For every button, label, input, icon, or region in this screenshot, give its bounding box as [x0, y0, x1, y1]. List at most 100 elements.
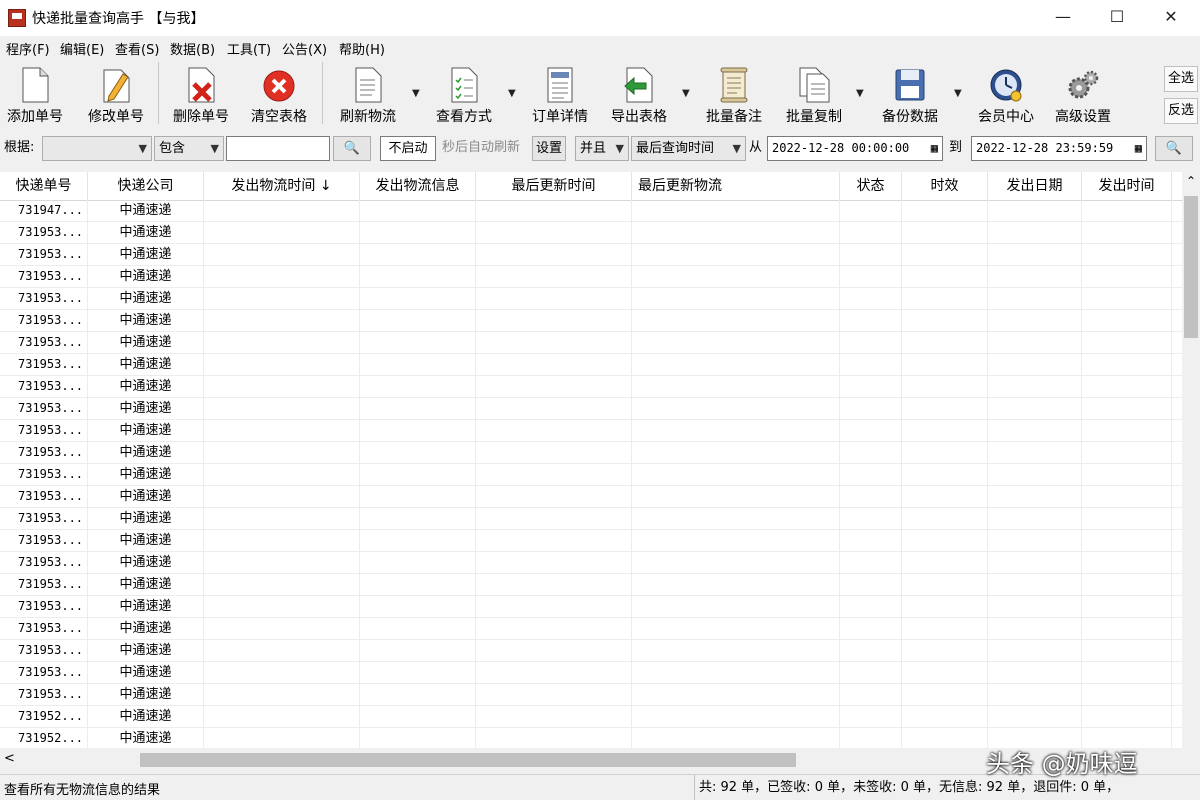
cell-empty	[204, 508, 360, 530]
menu-view[interactable]: 查看(S)	[115, 39, 159, 58]
backup-data-button[interactable]: 备份数据	[876, 62, 944, 125]
menu-program[interactable]: 程序(F)	[6, 39, 50, 58]
cell-empty	[476, 574, 632, 596]
table-row[interactable]: 731953... 中通速递	[0, 398, 1182, 420]
field-select[interactable]: ▼	[42, 136, 152, 161]
menu-help[interactable]: 帮助(H)	[339, 39, 385, 58]
view-mode-dropdown-arrow[interactable]: ▼	[508, 88, 516, 99]
auto-refresh-interval[interactable]: 不启动	[380, 136, 436, 161]
batch-copy-button[interactable]: 批量复制	[780, 62, 848, 125]
to-date-picker[interactable]: 2022-12-28 23:59:59 ▦	[971, 136, 1147, 161]
edit-tracking-button[interactable]: 修改单号	[82, 62, 150, 125]
column-header-ship-info[interactable]: 发出物流信息	[360, 172, 476, 200]
column-header-company[interactable]: 快递公司	[88, 172, 204, 200]
table-row[interactable]: 731953... 中通速递	[0, 376, 1182, 398]
cell-tracking-no: 731953...	[0, 662, 88, 684]
table-row[interactable]: 731952... 中通速递	[0, 706, 1182, 728]
clear-table-button[interactable]: 清空表格	[246, 62, 312, 125]
export-table-button[interactable]: 导出表格	[606, 62, 672, 125]
table-row[interactable]: 731953... 中通速递	[0, 662, 1182, 684]
order-detail-button[interactable]: 订单详情	[526, 62, 594, 125]
table-row[interactable]: 731953... 中通速递	[0, 640, 1182, 662]
batch-copy-label: 批量复制	[786, 109, 842, 125]
cell-empty	[902, 640, 988, 662]
column-header-status[interactable]: 状态	[840, 172, 902, 200]
delete-tracking-button[interactable]: 删除单号	[168, 62, 234, 125]
menu-notice[interactable]: 公告(X)	[282, 39, 327, 58]
view-mode-button[interactable]: 查看方式	[430, 62, 498, 125]
cell-empty	[476, 464, 632, 486]
cell-empty	[632, 486, 840, 508]
keyword-input[interactable]	[226, 136, 330, 161]
table-row[interactable]: 731953... 中通速递	[0, 266, 1182, 288]
column-header-aging[interactable]: 时效	[902, 172, 988, 200]
match-select[interactable]: 包含 ▼	[154, 136, 224, 161]
column-header-last-update-info[interactable]: 最后更新物流	[632, 172, 840, 200]
cell-empty	[204, 728, 360, 748]
cell-empty	[476, 332, 632, 354]
table-row[interactable]: 731953... 中通速递	[0, 310, 1182, 332]
column-header-tracking-no[interactable]: 快递单号	[0, 172, 88, 200]
table-row[interactable]: 731953... 中通速递	[0, 574, 1182, 596]
close-button[interactable]: ✕	[1144, 0, 1198, 36]
column-header-ship-clock[interactable]: 发出时间	[1082, 172, 1172, 200]
table-row[interactable]: 731953... 中通速递	[0, 222, 1182, 244]
cell-company: 中通速递	[88, 662, 204, 684]
chevron-down-icon: ▼	[138, 142, 147, 155]
cell-company: 中通速递	[88, 310, 204, 332]
cell-empty	[632, 508, 840, 530]
table-row[interactable]: 731953... 中通速递	[0, 684, 1182, 706]
date-search-button[interactable]: 🔍	[1155, 136, 1193, 161]
cell-empty	[1082, 310, 1172, 332]
search-button[interactable]: 🔍	[333, 136, 371, 161]
menu-bar: 程序(F) 编辑(E) 查看(S) 数据(B) 工具(T) 公告(X) 帮助(H…	[0, 36, 1200, 58]
table-row[interactable]: 731953... 中通速递	[0, 464, 1182, 486]
cell-empty	[204, 266, 360, 288]
cell-empty	[840, 530, 902, 552]
refresh-dropdown-arrow[interactable]: ▼	[412, 88, 420, 99]
table-row[interactable]: 731953... 中通速递	[0, 530, 1182, 552]
logic-select[interactable]: 并且 ▼	[575, 136, 629, 161]
time-field-select[interactable]: 最后查询时间 ▼	[631, 136, 746, 161]
menu-data[interactable]: 数据(B)	[170, 39, 215, 58]
refresh-logistics-button[interactable]: 刷新物流	[334, 62, 402, 125]
column-header-ship-date[interactable]: 发出日期	[988, 172, 1082, 200]
batch-note-button[interactable]: 批量备注	[700, 62, 768, 125]
table-row[interactable]: 731953... 中通速递	[0, 288, 1182, 310]
cell-empty	[360, 728, 476, 748]
table-row[interactable]: 731953... 中通速递	[0, 618, 1182, 640]
member-center-button[interactable]: 会员中心	[972, 62, 1040, 125]
scroll-left-icon[interactable]: <	[4, 751, 15, 766]
column-header-last-update-time[interactable]: 最后更新时间	[476, 172, 632, 200]
table-row[interactable]: 731953... 中通速递	[0, 508, 1182, 530]
table-row[interactable]: 731953... 中通速递	[0, 354, 1182, 376]
scroll-up-icon[interactable]: ⌃	[1182, 174, 1200, 188]
vertical-scrollbar[interactable]: ⌃	[1182, 172, 1200, 748]
table-header: 快递单号 快递公司 发出物流时间 ↓ 发出物流信息 最后更新时间 最后更新物流 …	[0, 172, 1182, 201]
select-all-button[interactable]: 全选	[1164, 66, 1198, 92]
table-row[interactable]: 731947... 中通速递	[0, 200, 1182, 222]
advanced-settings-button[interactable]: 高级设置	[1050, 62, 1116, 125]
vertical-scroll-thumb[interactable]	[1184, 196, 1198, 338]
invert-selection-button[interactable]: 反选	[1164, 98, 1198, 124]
add-tracking-button[interactable]: 添加单号	[2, 62, 68, 125]
table-row[interactable]: 731953... 中通速递	[0, 552, 1182, 574]
table-row[interactable]: 731953... 中通速递	[0, 442, 1182, 464]
table-row[interactable]: 731953... 中通速递	[0, 596, 1182, 618]
minimize-button[interactable]: —	[1036, 0, 1090, 36]
from-date-picker[interactable]: 2022-12-28 00:00:00 ▦	[767, 136, 943, 161]
table-row[interactable]: 731953... 中通速递	[0, 420, 1182, 442]
batch-copy-dropdown-arrow[interactable]: ▼	[856, 88, 864, 99]
table-row[interactable]: 731953... 中通速递	[0, 486, 1182, 508]
table-row[interactable]: 731953... 中通速递	[0, 244, 1182, 266]
settings-button[interactable]: 设置	[532, 136, 566, 161]
column-header-ship-time[interactable]: 发出物流时间 ↓	[204, 172, 360, 200]
cell-empty	[988, 310, 1082, 332]
horizontal-scroll-thumb[interactable]	[140, 753, 796, 767]
maximize-button[interactable]: ☐	[1090, 0, 1144, 36]
menu-edit[interactable]: 编辑(E)	[60, 39, 104, 58]
backup-dropdown-arrow[interactable]: ▼	[954, 88, 962, 99]
menu-tools[interactable]: 工具(T)	[227, 39, 271, 58]
table-row[interactable]: 731953... 中通速递	[0, 332, 1182, 354]
export-dropdown-arrow[interactable]: ▼	[682, 88, 690, 99]
